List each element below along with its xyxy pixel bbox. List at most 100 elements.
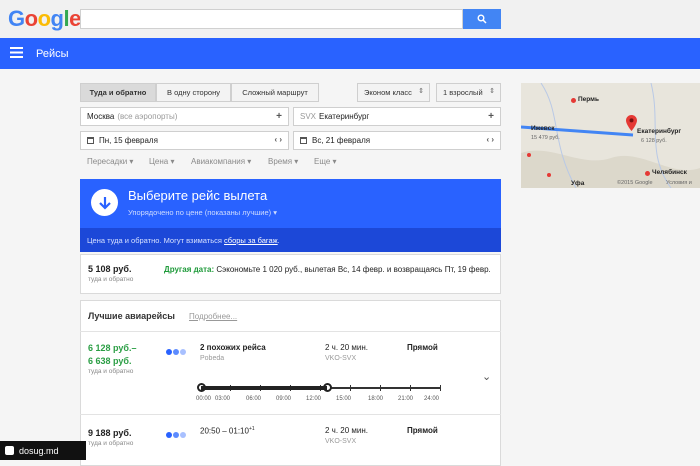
- destination-field[interactable]: SVX Екатеринбург +: [293, 107, 501, 126]
- price-note-suffix: .: [277, 236, 280, 245]
- calendar-icon: [300, 137, 307, 144]
- watermark-text: dosug.md: [19, 445, 59, 456]
- timeline-label: 24:00: [424, 396, 440, 402]
- trip-type-multicity[interactable]: Сложный маршрут: [231, 83, 319, 102]
- map-city-ufa: Уфа: [571, 180, 585, 187]
- flight-route: VKO-SVX: [325, 355, 357, 362]
- timeline-tick: [380, 385, 381, 391]
- sort-order-label: Упорядочено по цене (показаны лучшие): [128, 208, 272, 217]
- flight-price-sub: туда и обратно: [88, 440, 134, 447]
- sort-order-dropdown[interactable]: Упорядочено по цене (показаны лучшие) ▾: [128, 208, 277, 217]
- search-button[interactable]: [463, 9, 501, 29]
- destination-code: SVX: [300, 112, 317, 121]
- menu-icon[interactable]: [10, 47, 23, 58]
- timeline-tick: [410, 385, 411, 391]
- trip-type-label: В одну сторону: [167, 88, 220, 97]
- updown-icon: ⇕: [489, 88, 495, 95]
- flight-time: 20:50 – 01:10: [200, 426, 249, 436]
- app-title: Рейсы: [36, 48, 69, 60]
- flight-title: 2 похожих рейса: [200, 343, 266, 352]
- timeline-label: 06:00: [246, 396, 262, 402]
- passengers-label: 1 взрослый: [443, 88, 483, 97]
- filter-time[interactable]: Время ▾: [268, 157, 298, 166]
- filter-label: Еще: [314, 157, 331, 166]
- filter-label: Пересадки: [87, 157, 128, 166]
- flight-route: VKO-SVX: [325, 438, 357, 445]
- plus-icon[interactable]: +: [488, 111, 494, 122]
- flight-duration: 2 ч. 20 мин.: [325, 426, 369, 435]
- map-city-marker: [571, 98, 576, 103]
- airline-dot-icon: [180, 432, 186, 438]
- origin-field[interactable]: Москва (все аэропорты) +: [80, 107, 289, 126]
- passengers-select[interactable]: 1 взрослый ⇕: [436, 83, 501, 102]
- timeline-label: 03:00: [215, 396, 231, 402]
- return-date-field[interactable]: Вс, 21 февраля ‹ ›: [293, 131, 501, 150]
- chevron-down-icon[interactable]: ⌄: [482, 370, 491, 383]
- hint-message: Сэкономьте 1 020 руб., вылетая Вс, 14 фе…: [216, 265, 491, 274]
- arrow-down-icon: [91, 189, 118, 216]
- timeline-label: 15:00: [336, 396, 352, 402]
- timeline-tick: [440, 385, 441, 391]
- map-pin-icon: [626, 115, 637, 131]
- airline-dot-icon: [180, 349, 186, 355]
- map-city-perm: Пермь: [578, 96, 599, 103]
- timeline-tick: [350, 385, 351, 391]
- trip-type-label: Туда и обратно: [89, 88, 147, 97]
- flight-stops: Прямой: [407, 426, 438, 435]
- origin-note: (все аэропорты): [117, 112, 178, 121]
- filter-label: Время: [268, 157, 293, 166]
- flight-row[interactable]: [80, 415, 501, 460]
- watermark: dosug.md: [0, 441, 86, 460]
- stepper-icon[interactable]: ‹ ›: [274, 135, 282, 144]
- plus-icon[interactable]: +: [276, 111, 282, 122]
- map-city-izhevsk: Ижевск: [531, 125, 555, 132]
- price-note: Цена туда и обратно. Могут взиматься сбо…: [87, 236, 280, 245]
- filter-stops[interactable]: Пересадки ▾: [87, 157, 133, 166]
- hint-label: Другая дата:: [164, 265, 215, 274]
- logo-letter: o: [24, 6, 38, 31]
- filter-price[interactable]: Цена ▾: [149, 157, 174, 166]
- flight-price-to: 6 638 руб.: [88, 356, 132, 366]
- origin-city: Москва: [87, 112, 115, 121]
- panel-title: Выберите рейс вылета: [128, 188, 268, 203]
- search-icon: [477, 14, 487, 24]
- route-map[interactable]: Пермь Ижевск 15 479 руб. Екатеринбург 6 …: [521, 83, 700, 188]
- baggage-fees-link[interactable]: сборы за багаж: [224, 236, 278, 245]
- airline-dot-icon: [166, 349, 172, 355]
- trip-type-oneway[interactable]: В одну сторону: [156, 83, 231, 102]
- airline-dot-icon: [173, 432, 179, 438]
- depart-date: Пн, 15 февраля: [99, 136, 158, 145]
- cabin-class-select[interactable]: Эконом класс ⇕: [357, 83, 430, 102]
- depart-date-field[interactable]: Пн, 15 февраля ‹ ›: [80, 131, 289, 150]
- calendar-icon: [87, 137, 94, 144]
- flight-stops: Прямой: [407, 343, 438, 352]
- stepper-icon[interactable]: ‹ ›: [486, 135, 494, 144]
- destination-city: Екатеринбург: [319, 112, 370, 121]
- flight-duration: 2 ч. 20 мин.: [325, 343, 369, 352]
- filter-airline[interactable]: Авиакомпания ▾: [191, 157, 251, 166]
- hint-text: Другая дата: Сэкономьте 1 020 руб., выле…: [164, 264, 494, 276]
- map-terms-link[interactable]: Условия и: [666, 180, 692, 186]
- best-flights-more-link[interactable]: Подробнее...: [189, 312, 237, 321]
- flight-price-sub: туда и обратно: [88, 368, 134, 375]
- flight-price-from: 6 128 руб.–: [88, 343, 137, 353]
- return-date: Вс, 21 февраля: [312, 136, 371, 145]
- map-price-ekb: 6 128 руб.: [641, 138, 667, 144]
- flight-price: 9 188 руб.: [88, 428, 132, 438]
- trip-type-roundtrip[interactable]: Туда и обратно: [80, 83, 156, 102]
- airline-dot-icon: [166, 432, 172, 438]
- trip-type-label: Сложный маршрут: [242, 88, 308, 97]
- filter-more[interactable]: Еще ▾: [314, 157, 337, 166]
- timeline-label: 00:00: [196, 396, 212, 402]
- timeline-label: 21:00: [398, 396, 414, 402]
- map-city-chel: Челябинск: [652, 169, 687, 176]
- logo-letter: G: [8, 6, 25, 31]
- hint-price-sub: туда и обратно: [88, 276, 134, 283]
- google-logo[interactable]: Google: [8, 4, 81, 34]
- flight-airline: Pobeda: [200, 355, 225, 362]
- timeline-label: 12:00: [306, 396, 322, 402]
- timeline-flight-span: [201, 386, 327, 390]
- filter-label: Авиакомпания: [191, 157, 246, 166]
- airline-dot-icon: [173, 349, 179, 355]
- search-input[interactable]: [80, 9, 463, 29]
